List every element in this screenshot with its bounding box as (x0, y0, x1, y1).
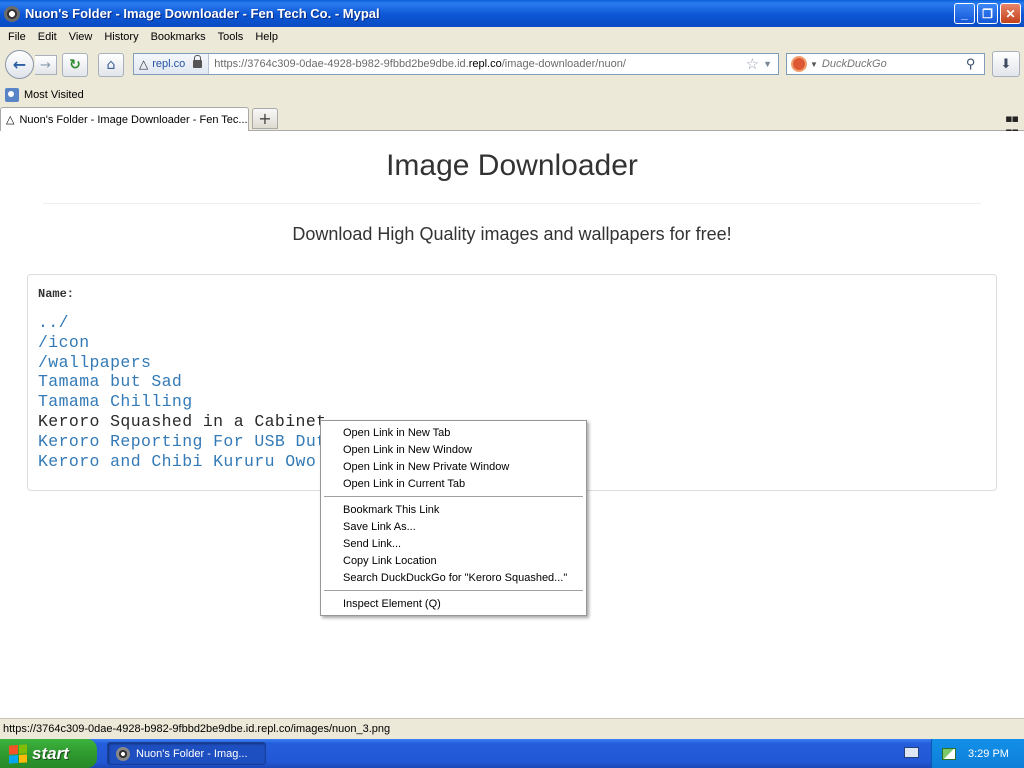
home-icon: ⌂ (106, 57, 116, 73)
ctx-open-private-window[interactable]: Open Link in New Private Window (321, 458, 586, 475)
window-titlebar[interactable]: Nuon's Folder - Image Downloader - Fen T… (0, 0, 1024, 27)
window-controls: _ ❐ ✕ (954, 3, 1021, 24)
tab-nuons-folder[interactable]: △ Nuon's Folder - Image Downloader - Fen… (0, 107, 249, 131)
title-divider (43, 203, 981, 204)
file-link-keroro-squashed[interactable]: Keroro Squashed in a Cabinet (38, 412, 337, 432)
ctx-bookmark-link[interactable]: Bookmark This Link (321, 501, 586, 518)
file-link-tamama-chilling[interactable]: Tamama Chilling (38, 392, 337, 412)
network-icon[interactable] (942, 747, 956, 760)
ctx-copy-link-location[interactable]: Copy Link Location (321, 552, 586, 569)
plus-icon: + (258, 109, 272, 128)
menu-bookmarks[interactable]: Bookmarks (145, 31, 212, 43)
lock-icon (193, 55, 203, 68)
status-link-url: https://3764c309-0dae-4928-b982-9fbbd2be… (3, 723, 391, 735)
ctx-open-new-tab[interactable]: Open Link in New Tab (321, 424, 586, 441)
menu-help[interactable]: Help (249, 31, 284, 43)
ctx-save-link-as[interactable]: Save Link As... (321, 518, 586, 535)
search-bar[interactable]: ▼ ⚲ (786, 53, 985, 75)
url-bar[interactable]: △ repl.co https://3764c309-0dae-4928-b98… (133, 53, 779, 75)
windows-logo-icon (9, 743, 27, 764)
search-input[interactable] (821, 58, 962, 70)
file-link-tamama-but-sad[interactable]: Tamama but Sad (38, 372, 337, 392)
file-list: ../ /icon /wallpapers Tamama but Sad Tam… (38, 313, 337, 471)
tab-strip: △ Nuon's Folder - Image Downloader - Fen… (0, 106, 1024, 138)
ctx-separator (324, 496, 583, 497)
system-tray: 3:29 PM (931, 739, 1024, 768)
menu-file[interactable]: File (0, 31, 32, 43)
name-column-header: Name: (38, 287, 75, 301)
menubar: File Edit View History Bookmarks Tools H… (0, 27, 1024, 46)
forward-arrow-icon: → (40, 57, 51, 73)
duckduckgo-icon[interactable] (791, 56, 807, 72)
menu-tools[interactable]: Tools (212, 31, 250, 43)
window-title: Nuon's Folder - Image Downloader - Fen T… (25, 6, 380, 21)
bookmark-star-icon[interactable]: ☆ (746, 55, 759, 73)
windows-taskbar: start Nuon's Folder - Imag... 3:29 PM (0, 739, 1024, 768)
home-button[interactable]: ⌂ (98, 53, 124, 77)
status-bar: https://3764c309-0dae-4928-b982-9fbbd2be… (0, 718, 1024, 739)
menu-view[interactable]: View (63, 31, 99, 43)
url-history-dropdown-icon[interactable]: ▼ (763, 59, 772, 69)
menu-edit[interactable]: Edit (32, 31, 63, 43)
mypal-taskbar-icon (116, 746, 130, 761)
clock[interactable]: 3:29 PM (968, 748, 1009, 760)
link-context-menu: Open Link in New Tab Open Link in New Wi… (320, 420, 587, 616)
ctx-separator (324, 590, 583, 591)
mypal-app-icon[interactable] (4, 5, 20, 22)
bookmarks-toolbar: Most Visited (0, 84, 1024, 106)
taskbar-item-label: Nuon's Folder - Imag... (136, 747, 248, 760)
start-label: start (32, 743, 69, 763)
menu-history[interactable]: History (98, 31, 144, 43)
ctx-search-duckduckgo[interactable]: Search DuckDuckGo for "Keroro Squashed..… (321, 569, 586, 586)
warning-triangle-icon: △ (139, 57, 149, 71)
tab-favicon-icon: △ (6, 114, 15, 126)
back-button[interactable]: ← (5, 50, 34, 79)
file-link-keroro-reporting[interactable]: Keroro Reporting For USB Duty (38, 432, 337, 452)
minimize-button[interactable]: _ (954, 3, 975, 24)
ctx-open-new-window[interactable]: Open Link in New Window (321, 441, 586, 458)
forward-button[interactable]: → (35, 55, 57, 75)
file-link-keroro-and-chibi-kururu[interactable]: Keroro and Chibi Kururu Owo (38, 452, 337, 472)
reload-button[interactable]: ↻ (62, 53, 88, 77)
ctx-send-link[interactable]: Send Link... (321, 535, 586, 552)
taskbar-item-mypal[interactable]: Nuon's Folder - Imag... (107, 742, 266, 765)
file-link-wallpapers-folder[interactable]: /wallpapers (38, 353, 337, 373)
downloads-button[interactable]: ⬇ (992, 51, 1020, 77)
reload-icon: ↻ (69, 57, 81, 73)
keyboard-icon[interactable] (904, 747, 919, 758)
start-button[interactable]: start (0, 739, 97, 768)
url-host: repl.co (468, 58, 502, 70)
url-path: /image-downloader/nuon/ (501, 58, 626, 70)
close-button[interactable]: ✕ (1000, 3, 1021, 24)
ctx-open-current-tab[interactable]: Open Link in Current Tab (321, 475, 586, 492)
search-engine-dropdown-icon[interactable]: ▼ (810, 60, 818, 69)
page-subtitle: Download High Quality images and wallpap… (292, 224, 732, 244)
file-link-parent[interactable]: ../ (38, 313, 337, 333)
site-identity-label: repl.co (152, 58, 186, 70)
tab-label: Nuon's Folder - Image Downloader - Fen T… (19, 113, 248, 126)
url-text[interactable]: https://3764c309-0dae-4928-b982-9fbbd2be… (209, 58, 745, 70)
maximize-button[interactable]: ❐ (977, 3, 998, 24)
ctx-inspect-element[interactable]: Inspect Element (Q) (321, 595, 586, 612)
download-arrow-icon: ⬇ (1000, 56, 1012, 72)
most-visited-icon (5, 88, 19, 102)
file-link-icon-folder[interactable]: /icon (38, 333, 337, 353)
search-icon[interactable]: ⚲ (966, 56, 976, 72)
new-tab-button[interactable]: + (252, 108, 278, 129)
page-title: Image Downloader (386, 149, 638, 182)
back-arrow-icon: ← (12, 55, 27, 74)
site-identity-button[interactable]: △ repl.co (134, 54, 210, 74)
bookmark-most-visited[interactable]: Most Visited (24, 89, 84, 101)
url-prefix: https://3764c309-0dae-4928-b982-9fbbd2be… (214, 58, 469, 70)
